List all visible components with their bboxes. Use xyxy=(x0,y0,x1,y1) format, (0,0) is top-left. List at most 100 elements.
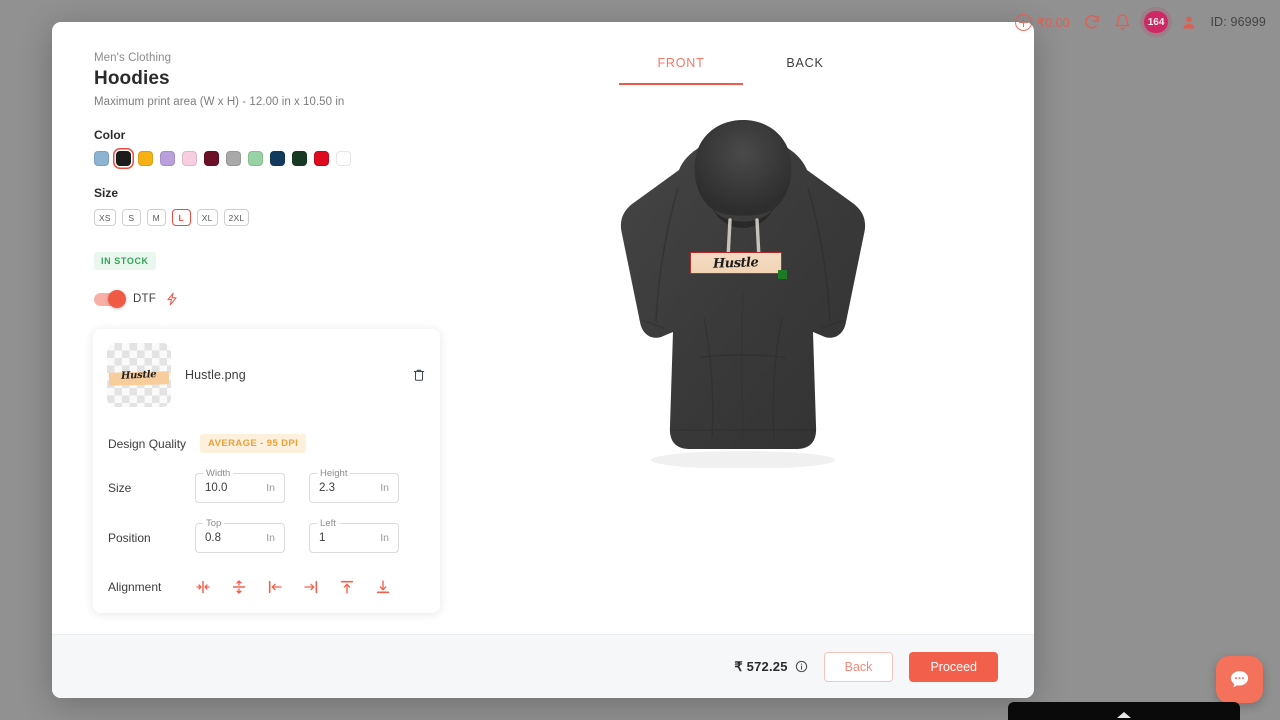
thumbnail-text: Hustle xyxy=(121,368,157,382)
color-swatch-red[interactable] xyxy=(314,151,329,166)
color-swatch-grey[interactable] xyxy=(226,151,241,166)
color-swatch-lavender[interactable] xyxy=(160,151,175,166)
color-swatch-baby-pink[interactable] xyxy=(182,151,197,166)
size-chip-s[interactable]: S xyxy=(121,209,141,226)
alignment-label: Alignment xyxy=(108,580,162,594)
wallet-amount-label: ₹0.00 xyxy=(1036,15,1070,30)
color-swatch-maroon[interactable] xyxy=(204,151,219,166)
add-funds-plus-icon[interactable] xyxy=(1014,13,1032,31)
size-section-label: Size xyxy=(94,186,119,200)
align-right-icon[interactable] xyxy=(303,579,319,595)
height-unit: In xyxy=(380,482,389,494)
modal-body: Men's Clothing Hoodies Maximum print are… xyxy=(52,22,1034,634)
design-resize-handle[interactable] xyxy=(778,270,787,279)
align-center-horizontal-icon[interactable] xyxy=(195,579,211,595)
left-legend: Left xyxy=(317,518,339,529)
top-legend: Top xyxy=(203,518,225,529)
size-chip-2xl[interactable]: 2XL xyxy=(223,209,250,226)
design-artwork-text: Hustle xyxy=(713,254,759,272)
height-field[interactable]: Height In xyxy=(309,468,399,503)
refresh-icon xyxy=(1085,15,1099,29)
size-fields-row: Size Width In Height In xyxy=(107,468,426,503)
alignment-row: Alignment xyxy=(107,579,426,595)
design-placement-box[interactable]: Hustle xyxy=(690,252,787,279)
proceed-button[interactable]: Proceed xyxy=(909,651,998,682)
height-legend: Height xyxy=(317,468,351,479)
color-swatch-bottle-green[interactable] xyxy=(292,151,307,166)
align-top-icon[interactable] xyxy=(339,579,355,595)
left-field[interactable]: Left In xyxy=(309,518,399,553)
size-fields-label: Size xyxy=(108,481,132,495)
tab-back[interactable]: BACK xyxy=(743,56,867,85)
color-swatch-black[interactable] xyxy=(116,151,131,166)
design-quality-label: Design Quality xyxy=(108,436,187,451)
product-preview-pane: FRONT BACK Hustle xyxy=(452,22,1034,634)
size-chip-list: XS S M L XL 2XL xyxy=(94,209,452,226)
position-fields-row: Position Top In Left In xyxy=(107,518,426,553)
align-bottom-icon[interactable] xyxy=(375,579,391,595)
size-chip-m[interactable]: M xyxy=(146,209,166,226)
design-file-name: Hustle.png xyxy=(185,368,246,382)
taskbar-caret-icon[interactable] xyxy=(1117,712,1131,718)
user-icon xyxy=(1183,16,1196,28)
align-left-icon[interactable] xyxy=(267,579,283,595)
lightning-bolt-icon xyxy=(167,292,177,306)
modal-footer: ₹ 572.25 Back Proceed xyxy=(52,634,1034,698)
back-button[interactable]: Back xyxy=(823,651,894,682)
print-area-note: Maximum print area (W x H) - 12.00 in x … xyxy=(94,96,345,108)
top-input[interactable] xyxy=(205,532,253,544)
wallet-balance[interactable]: ₹0.00 xyxy=(1014,13,1070,31)
status-badge: IN STOCK xyxy=(94,252,156,270)
chat-bubble-icon xyxy=(1230,671,1249,688)
size-chip-l[interactable]: L xyxy=(171,209,191,226)
notifications-button[interactable] xyxy=(1114,13,1131,31)
position-fields-label: Position xyxy=(108,531,151,545)
browser-taskbar[interactable] xyxy=(1008,702,1240,720)
size-chip-xl[interactable]: XL xyxy=(196,209,218,226)
left-unit: In xyxy=(380,532,389,544)
product-options-pane: Men's Clothing Hoodies Maximum print are… xyxy=(52,22,452,634)
page-title: Hoodies xyxy=(94,68,170,89)
trash-icon[interactable] xyxy=(412,367,426,383)
left-input[interactable] xyxy=(319,532,367,544)
breadcrumb: Men's Clothing xyxy=(94,52,172,64)
size-chip-xs[interactable]: XS xyxy=(94,209,116,226)
color-swatch-mint-green[interactable] xyxy=(248,151,263,166)
hoodie-illustration xyxy=(620,120,866,469)
color-swatch-list xyxy=(94,151,452,166)
top-field[interactable]: Top In xyxy=(195,518,285,553)
color-section-label: Color xyxy=(94,128,126,142)
dtf-label: DTF xyxy=(133,293,156,305)
design-thumbnail[interactable]: Hustle xyxy=(107,343,171,407)
total-price: ₹ 572.25 xyxy=(734,658,788,674)
app-root: ₹0.00 164 ID: 96999 Men's Clothing Hoodi… xyxy=(0,0,1280,720)
bell-icon xyxy=(1115,14,1130,30)
width-legend: Width xyxy=(203,468,234,479)
dtf-toggle[interactable] xyxy=(94,290,126,308)
align-center-vertical-icon[interactable] xyxy=(231,579,247,595)
view-tab-bar: FRONT BACK xyxy=(452,22,1034,85)
chat-support-button[interactable] xyxy=(1216,656,1263,703)
height-input[interactable] xyxy=(319,482,367,494)
dtf-toggle-knob xyxy=(108,290,126,308)
width-input[interactable] xyxy=(205,482,253,494)
design-quality-row: Design Quality AVERAGE - 95 DPI xyxy=(107,434,426,453)
width-unit: In xyxy=(266,482,275,494)
alignment-icon-group xyxy=(195,579,391,595)
tab-front[interactable]: FRONT xyxy=(619,56,743,85)
top-unit: In xyxy=(266,532,275,544)
design-quality-badge: AVERAGE - 95 DPI xyxy=(200,434,307,453)
refresh-button[interactable] xyxy=(1083,13,1101,31)
info-icon[interactable] xyxy=(795,660,808,673)
width-field[interactable]: Width In xyxy=(195,468,285,503)
hoodie-mockup: Hustle xyxy=(608,108,878,469)
color-swatch-light-blue[interactable] xyxy=(94,151,109,166)
price-summary: ₹ 572.25 xyxy=(734,659,807,675)
design-artwork: Hustle xyxy=(691,253,781,273)
color-swatch-white[interactable] xyxy=(336,151,351,166)
design-card: Hustle Hustle.png Design Quality AVERAGE… xyxy=(93,329,440,613)
color-swatch-mustard[interactable] xyxy=(138,151,153,166)
user-account-button[interactable] xyxy=(1181,14,1197,31)
color-swatch-navy-blue[interactable] xyxy=(270,151,285,166)
product-customizer-modal: Men's Clothing Hoodies Maximum print are… xyxy=(52,22,1034,698)
